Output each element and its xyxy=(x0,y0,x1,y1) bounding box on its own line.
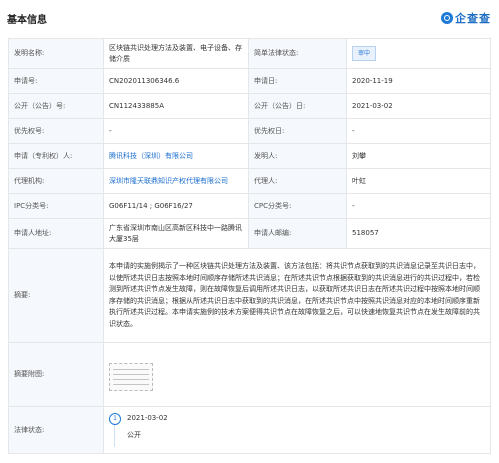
app-no-value: CN202011306346.6 xyxy=(103,68,249,94)
inventor-label: 发明人: xyxy=(248,143,347,169)
info-table: 发明名称: 区块链共识处理方法及装置、电子设备、存储介质 简单法律状态: 审中 … xyxy=(8,38,491,454)
timeline-step-icon: 1 xyxy=(109,413,121,425)
zip-label: 申请人邮编: xyxy=(248,218,347,249)
abstract-figure-label: 摘要附图: xyxy=(8,342,104,407)
applicant-label: 申请（专利权）人: xyxy=(8,143,104,169)
inventor-value: 刘攀 xyxy=(346,143,491,169)
agent-value: 叶虹 xyxy=(346,168,491,194)
abstract-figure-thumbnail[interactable] xyxy=(109,362,153,391)
section-title: 基本信息 xyxy=(7,15,47,26)
legal-state-label: 法律状态: xyxy=(8,406,104,454)
header: 基本信息 企查查 xyxy=(0,0,499,38)
abstract-figure-cell xyxy=(103,342,491,407)
timeline-status: 公开 xyxy=(127,431,141,439)
priority-no-value: - xyxy=(103,118,249,144)
priority-date-value: - xyxy=(346,118,491,144)
abstract-text: 本申请的实施例揭示了一种区块链共识处理方法及装置、该方法包括：将共识节点获取到的… xyxy=(103,248,491,343)
priority-date-label: 优先权日: xyxy=(248,118,347,144)
applicant-value[interactable]: 腾讯科技（深圳）有限公司 xyxy=(103,143,249,169)
invention-name-value: 区块链共识处理方法及装置、电子设备、存储介质 xyxy=(103,38,249,69)
zip-value: 518057 xyxy=(346,218,491,249)
app-date-label: 申请日: xyxy=(248,68,347,94)
legal-status-label: 简单法律状态: xyxy=(248,38,347,69)
logo-icon xyxy=(441,12,453,24)
abstract-label: 摘要: xyxy=(8,248,104,343)
ipc-value: G06F11/14 ; G06F16/27 xyxy=(103,193,249,219)
app-no-label: 申请号: xyxy=(8,68,104,94)
pub-no-label: 公开（公告）号: xyxy=(8,93,104,119)
legal-timeline: 1 2021-03-02 公开 xyxy=(109,411,485,449)
priority-no-label: 优先权号: xyxy=(8,118,104,144)
agent-label: 代理人: xyxy=(248,168,347,194)
status-badge: 审中 xyxy=(352,46,377,61)
agency-value[interactable]: 深圳市隆天联鼎知识产权代理有限公司 xyxy=(103,168,249,194)
legal-status-cell: 审中 xyxy=(346,38,491,69)
ipc-label: IPC分类号: xyxy=(8,193,104,219)
invention-name-label: 发明名称: xyxy=(8,38,104,69)
qichacha-logo[interactable]: 企查查 xyxy=(441,10,491,26)
address-value: 广东省深圳市南山区高新区科技中一路腾讯大厦35层 xyxy=(103,218,249,249)
cpc-label: CPC分类号: xyxy=(248,193,347,219)
app-date-value: 2020-11-19 xyxy=(346,68,491,94)
agency-label: 代理机构: xyxy=(8,168,104,194)
pub-date-label: 公开（公告）日: xyxy=(248,93,347,119)
timeline-date: 2021-03-02 xyxy=(127,414,168,422)
pub-date-value: 2021-03-02 xyxy=(346,93,491,119)
address-label: 申请人地址: xyxy=(8,218,104,249)
logo-text: 企查查 xyxy=(455,12,491,25)
pub-no-value: CN112433885A xyxy=(103,93,249,119)
cpc-value: - xyxy=(346,193,491,219)
legal-state-cell: 1 2021-03-02 公开 xyxy=(103,406,491,454)
timeline-line xyxy=(114,425,115,447)
